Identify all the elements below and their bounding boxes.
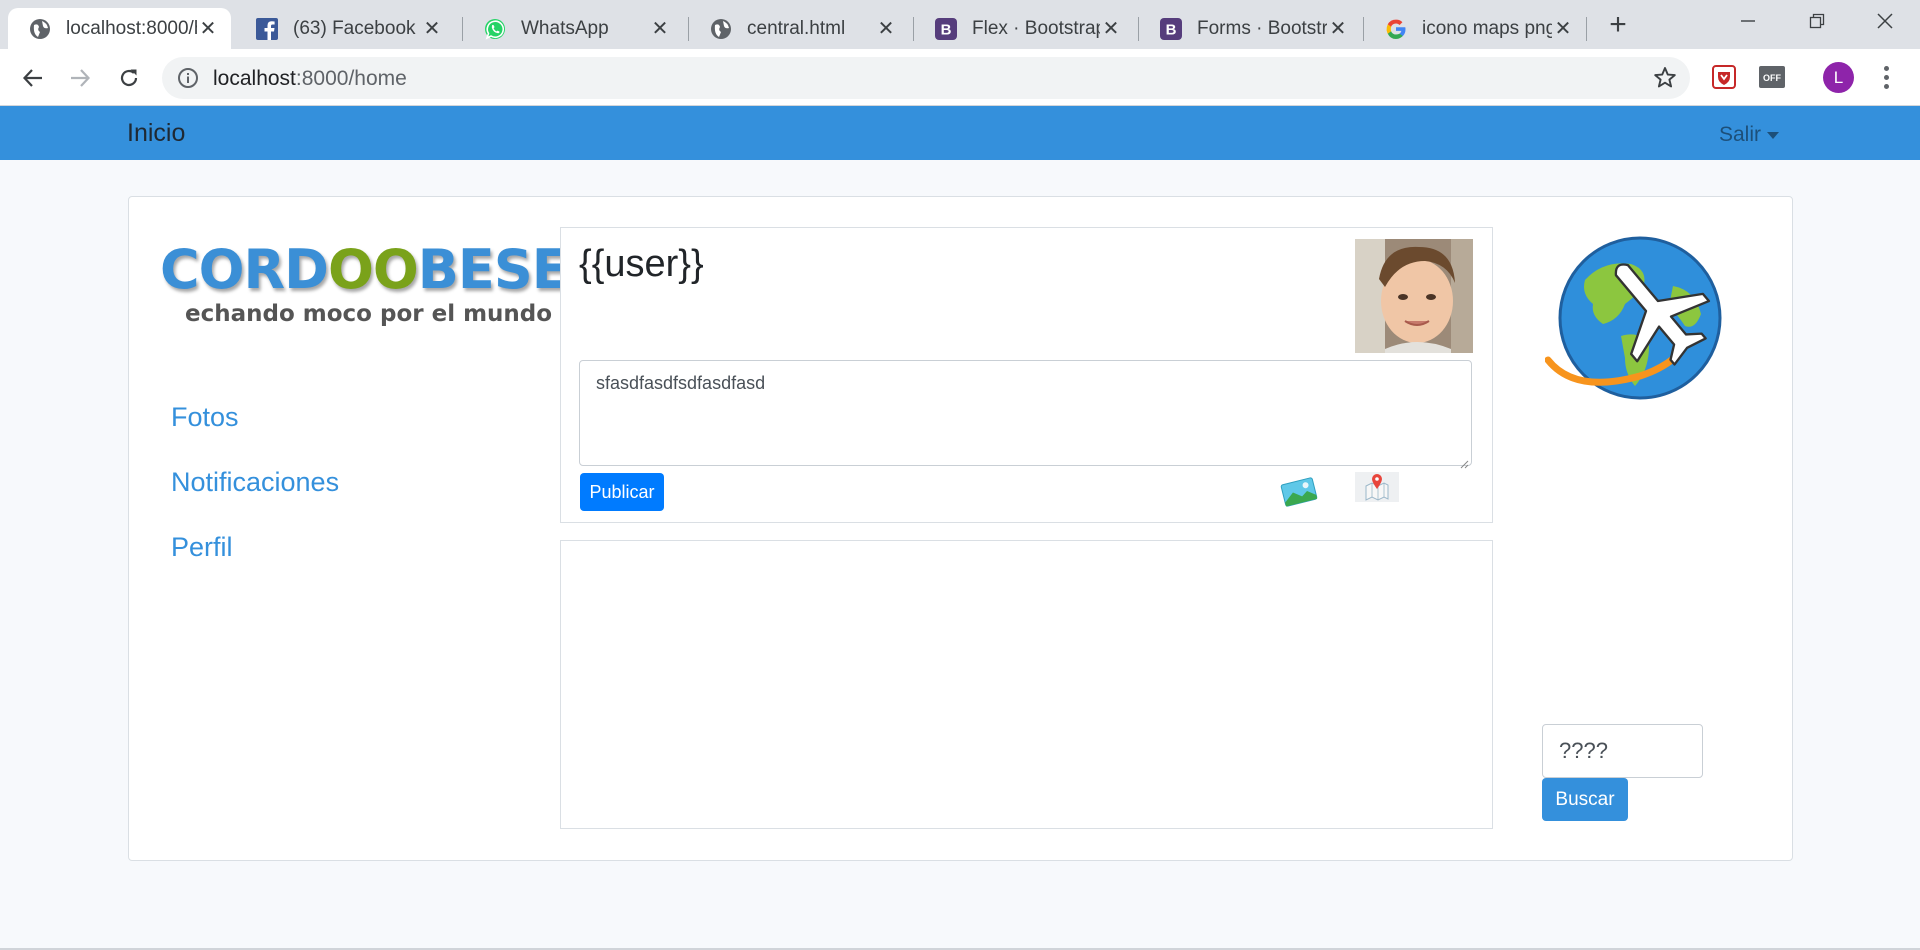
browser-menu-icon[interactable]	[1876, 62, 1896, 92]
logo-wordmark: CORDOOBESES	[160, 238, 606, 301]
post-textarea[interactable]: sfasdfasdfsdfasdfasd	[579, 360, 1472, 469]
info-icon[interactable]	[176, 66, 200, 90]
tab-title: (63) Facebook	[293, 17, 416, 39]
browser-tab[interactable]: WhatsApp ✕	[463, 8, 683, 49]
address-bar[interactable]: localhost:8000/home	[162, 57, 1690, 99]
user-photo	[1355, 239, 1473, 353]
sidebar-item-perfil[interactable]: Perfil	[171, 530, 339, 595]
sidebar-item-notificaciones[interactable]: Notificaciones	[171, 465, 339, 530]
browser-tab-strip: localhost:8000/h ✕ (63) Facebook ✕ Whats…	[0, 0, 1920, 49]
whatsapp-icon	[483, 17, 507, 41]
post-textarea-value: sfasdfasdfsdfasdfasd	[596, 373, 766, 393]
close-tab-icon[interactable]: ✕	[649, 18, 671, 40]
url-text: localhost:8000/home	[213, 67, 407, 90]
close-tab-icon[interactable]: ✕	[197, 18, 219, 40]
logo-tagline: echando moco por el mundo	[185, 301, 553, 327]
extension-shield-icon[interactable]	[1710, 63, 1738, 91]
window-close-icon[interactable]	[1865, 6, 1905, 36]
navbar-brand-link[interactable]: Inicio	[127, 119, 185, 148]
bootstrap-icon: B	[1159, 17, 1183, 41]
globe-icon	[709, 17, 733, 41]
tab-title: central.html	[747, 17, 846, 39]
site-logo: CORDOOBESES echando moco por el mundo	[160, 238, 606, 328]
bookmark-star-icon[interactable]	[1652, 65, 1678, 91]
close-tab-icon[interactable]: ✕	[1552, 18, 1574, 40]
username-heading: {{user}}	[579, 243, 704, 285]
browser-tab[interactable]: (63) Facebook ✕	[235, 8, 455, 49]
google-icon	[1384, 17, 1408, 41]
avatar-letter: L	[1833, 67, 1844, 87]
search-input-value: ????	[1559, 738, 1608, 763]
restore-icon[interactable]	[1797, 6, 1837, 36]
resize-handle-icon[interactable]	[1459, 453, 1469, 469]
forward-arrow-icon[interactable]	[63, 61, 97, 95]
search-input[interactable]: ????	[1542, 724, 1703, 778]
globe-airplane-logo	[1544, 234, 1735, 406]
map-location-icon[interactable]	[1355, 472, 1399, 502]
tab-title: WhatsApp	[521, 17, 609, 39]
photo-upload-icon[interactable]	[1279, 474, 1319, 510]
browser-tab[interactable]: icono maps png ✕	[1364, 8, 1586, 49]
search-button[interactable]: Buscar	[1542, 778, 1628, 821]
new-tab-icon[interactable]: +	[1603, 8, 1633, 41]
tab-title: Flex · Bootstrap	[972, 17, 1100, 39]
facebook-icon	[255, 17, 279, 41]
extension-off-icon[interactable]: OFF	[1758, 63, 1786, 91]
tab-title: localhost:8000/h	[66, 17, 197, 39]
browser-tab[interactable]: B Flex · Bootstrap ✕	[914, 8, 1134, 49]
browser-tab[interactable]: B Forms · Bootstra ✕	[1139, 8, 1361, 49]
logout-label: Salir	[1719, 123, 1762, 146]
close-tab-icon[interactable]: ✕	[1100, 18, 1122, 40]
tab-title: icono maps png	[1422, 17, 1552, 39]
bootstrap-icon: B	[934, 17, 958, 41]
browser-tab[interactable]: central.html ✕	[689, 8, 909, 49]
close-tab-icon[interactable]: ✕	[421, 18, 443, 40]
tab-separator	[1586, 17, 1587, 41]
close-tab-icon[interactable]: ✕	[875, 18, 897, 40]
minimize-icon[interactable]	[1728, 6, 1768, 36]
browser-tab[interactable]: localhost:8000/h ✕	[8, 8, 231, 49]
sidebar-item-fotos[interactable]: Fotos	[171, 400, 339, 465]
svg-text:OFF: OFF	[1763, 73, 1781, 83]
browser-toolbar: localhost:8000/home OFF L	[0, 49, 1920, 106]
close-tab-icon[interactable]: ✕	[1327, 18, 1349, 40]
globe-icon	[28, 17, 52, 41]
publish-button[interactable]: Publicar	[580, 473, 664, 511]
tab-title: Forms · Bootstra	[1197, 17, 1327, 39]
svg-text:B: B	[941, 21, 952, 38]
sidebar-nav: Fotos Notificaciones Perfil	[171, 400, 339, 595]
site-navbar: Inicio Salir	[0, 106, 1920, 160]
back-arrow-icon[interactable]	[16, 61, 50, 95]
reload-icon[interactable]	[112, 61, 146, 95]
caret-down-icon	[1767, 131, 1780, 139]
feed-panel	[560, 540, 1493, 829]
profile-avatar[interactable]: L	[1823, 62, 1854, 93]
logout-dropdown[interactable]: Salir	[1719, 123, 1780, 147]
svg-text:B: B	[1166, 21, 1177, 38]
